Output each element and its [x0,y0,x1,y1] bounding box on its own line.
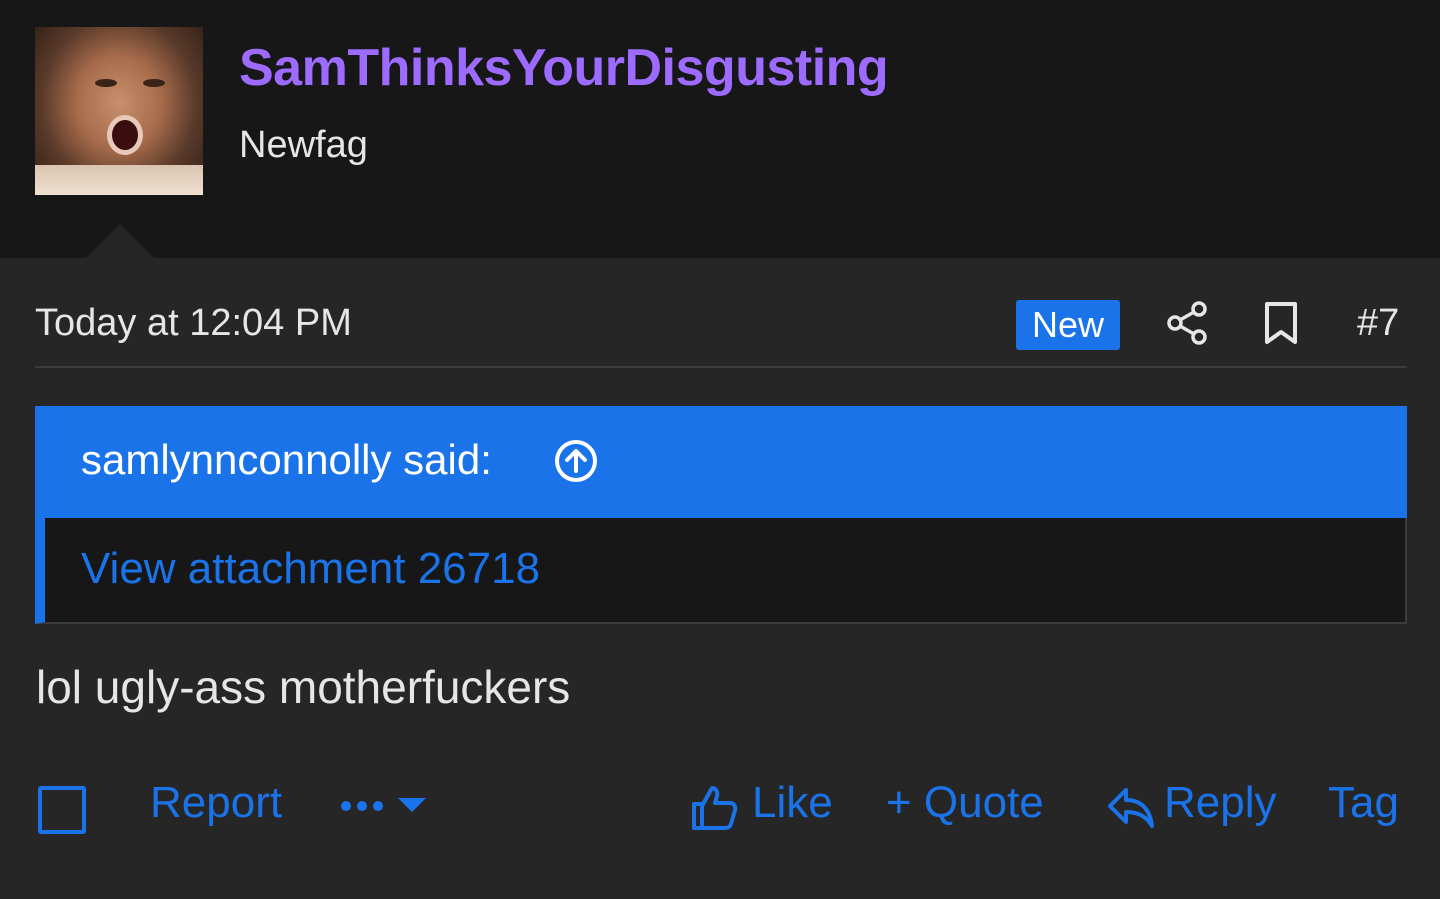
quote-button[interactable]: + Quote [886,778,1044,828]
post-header: SamThinksYourDisgusting Newfag [0,0,1440,258]
post-actions: Report Like + Quote Reply Tag [0,770,1440,850]
reply-button[interactable]: Reply [1164,778,1277,828]
attachment-link[interactable]: View attachment 26718 [81,544,540,594]
user-title: Newfag [239,124,368,166]
post-number-link[interactable]: #7 [1357,302,1399,345]
username-link[interactable]: SamThinksYourDisgusting [239,38,889,98]
select-checkbox[interactable] [38,786,86,834]
new-badge: New [1016,300,1120,350]
thumbs-up-icon[interactable] [690,784,738,832]
quote-author[interactable]: samlynnconnolly said: [81,436,492,484]
avatar[interactable] [35,27,203,195]
arrow-up-circle-icon[interactable] [553,438,599,484]
like-button[interactable]: Like [752,778,833,828]
quote-header: samlynnconnolly said: [35,406,1407,518]
post-meta-bar: Today at 12:04 PM New #7 [35,296,1407,368]
report-button[interactable]: Report [150,778,282,828]
header-pointer [86,224,154,258]
more-menu-button[interactable] [340,788,430,828]
reply-icon[interactable] [1106,784,1156,830]
post-timestamp[interactable]: Today at 12:04 PM [35,302,352,345]
quote-block: samlynnconnolly said: View attachment 26… [35,406,1407,624]
post-message: lol ugly-ass motherfuckers [36,661,571,713]
share-icon[interactable] [1165,300,1209,346]
tag-button[interactable]: Tag [1328,778,1399,828]
bookmark-icon[interactable] [1263,300,1299,346]
